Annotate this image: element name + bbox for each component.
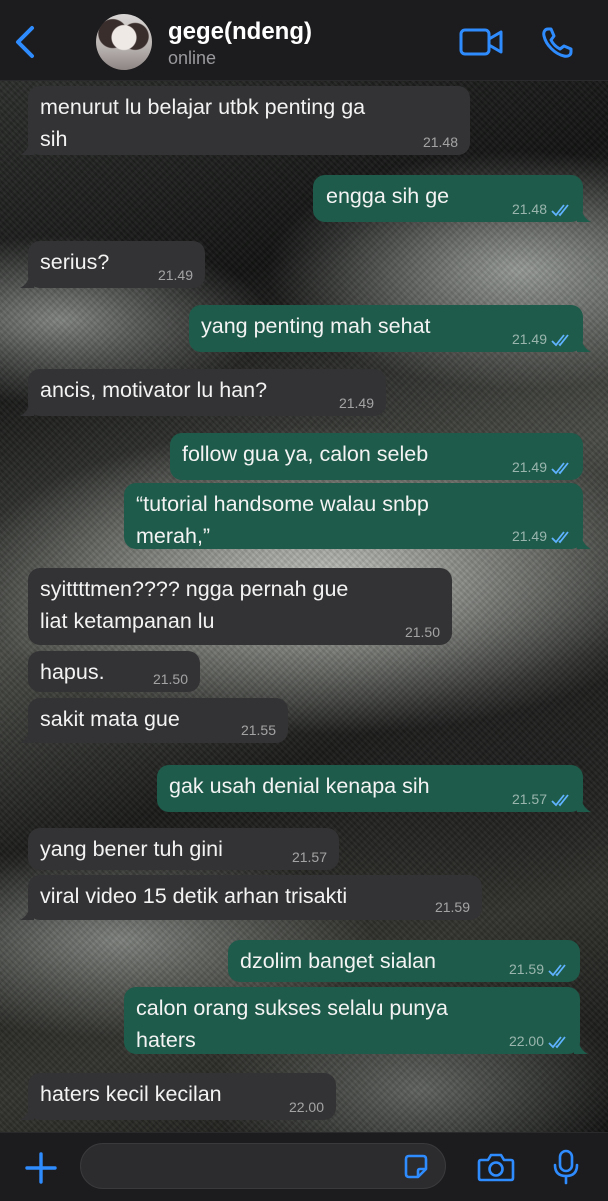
camera-icon[interactable] [477,1152,515,1182]
bubble-tail [20,402,34,416]
message-timestamp: 21.57 [511,791,547,807]
message-text: hapus. [40,660,105,684]
message-timestamp: 21.59 [434,899,470,915]
message-timestamp: 21.49 [338,395,374,411]
message-text: engga sih ge [326,184,450,208]
bubble-tail [20,729,34,743]
incoming-message[interactable]: menurut lu belajar utbk penting ga sih 21… [20,86,470,155]
outgoing-message[interactable]: dzolim banget sialan 21.59 [228,940,580,982]
sticker-icon[interactable] [402,1153,430,1181]
message-text: yang penting mah sehat [201,314,431,338]
message-text: viral video 15 detik arhan trisakti [40,884,348,908]
message-timestamp: 21.49 [511,528,547,544]
outgoing-message[interactable]: calon orang sukses selalu punya haters 22… [124,987,588,1054]
incoming-message[interactable]: haters kecil kecilan 22.00 [20,1073,336,1120]
bubble-tail [20,906,34,920]
bubble-tail [577,338,591,352]
read-receipt-icon [551,462,569,475]
message-input[interactable] [80,1143,446,1189]
read-receipt-icon [551,794,569,807]
message-text: syittttmen???? ngga pernah gue liat keta… [40,577,349,633]
outgoing-message[interactable]: “tutorial handsome walau snbp merah,” 21.… [124,483,591,549]
message-timestamp: 21.50 [152,671,188,687]
message-list: menurut lu belajar utbk penting ga sih 21… [0,0,608,1200]
message-timestamp: 21.55 [240,722,276,738]
message-timestamp: 21.59 [508,961,544,977]
incoming-message[interactable]: syittttmen???? ngga pernah gue liat keta… [28,568,452,645]
read-receipt-icon [548,964,566,977]
read-receipt-icon [551,204,569,217]
message-text: “tutorial handsome walau snbp merah,” [136,492,429,548]
bubble-tail [577,535,591,549]
message-timestamp: 21.48 [422,134,458,150]
message-text: gak usah denial kenapa sih [169,774,430,798]
microphone-icon[interactable] [552,1149,580,1185]
message-text: yang bener tuh gini [40,837,223,861]
message-text: calon orang sukses selalu punya haters [136,996,448,1052]
message-timestamp: 21.49 [157,267,193,283]
bubble-tail [577,208,591,222]
bubble-tail [577,798,591,812]
message-text: dzolim banget sialan [240,949,437,973]
composer-bar [0,1132,608,1201]
phone-icon[interactable] [540,26,574,60]
message-timestamp: 21.57 [291,849,327,865]
incoming-message[interactable]: ancis, motivator lu han? 21.49 [20,369,386,416]
message-text: haters kecil kecilan [40,1082,222,1106]
message-text: follow gua ya, calon seleb [182,442,429,466]
video-camera-icon[interactable] [459,28,503,56]
message-timestamp: 22.00 [508,1033,544,1049]
bubble-tail [20,141,34,155]
avatar[interactable] [96,14,152,70]
message-timestamp: 21.50 [404,624,440,640]
contact-status: online [168,48,217,68]
bubble-tail [20,274,34,288]
incoming-message[interactable]: yang bener tuh gini 21.57 [28,828,339,870]
incoming-message[interactable]: viral video 15 detik arhan trisakti 21.59 [20,875,482,920]
outgoing-message[interactable]: yang penting mah sehat 21.49 [189,305,591,352]
message-text: serius? [40,250,110,274]
message-timestamp: 21.49 [511,459,547,475]
plus-icon[interactable] [24,1151,58,1185]
message-timestamp: 21.48 [511,201,547,217]
message-timestamp: 21.49 [511,331,547,347]
bubble-tail [574,1040,588,1054]
incoming-message[interactable]: hapus. 21.50 [28,651,200,692]
bubble-tail [20,1106,34,1120]
chevron-left-icon[interactable] [10,24,42,60]
read-receipt-icon [551,531,569,544]
message-text: ancis, motivator lu han? [40,378,268,402]
contact-name[interactable]: gege(ndeng) [168,18,312,46]
incoming-message[interactable]: serius? 21.49 [20,241,205,288]
chat-header: gege(ndeng) online [0,0,608,81]
read-receipt-icon [548,1036,566,1049]
message-text: sakit mata gue [40,707,180,731]
message-text: menurut lu belajar utbk penting ga sih [40,95,366,151]
incoming-message[interactable]: sakit mata gue 21.55 [20,698,288,743]
outgoing-message[interactable]: gak usah denial kenapa sih 21.57 [157,765,591,812]
outgoing-message[interactable]: engga sih ge 21.48 [313,175,591,222]
message-timestamp: 22.00 [288,1099,324,1115]
outgoing-message[interactable]: follow gua ya, calon seleb 21.49 [170,433,583,480]
read-receipt-icon [551,334,569,347]
